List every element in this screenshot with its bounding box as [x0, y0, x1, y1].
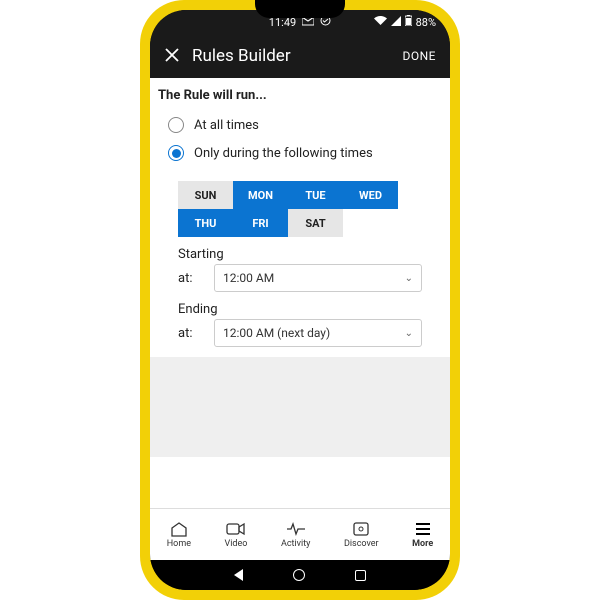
radio-only-times[interactable]: Only during the following times: [150, 139, 450, 167]
chevron-down-icon: ⌄: [405, 273, 413, 284]
nav-label: Video: [225, 539, 248, 549]
section-title: The Rule will run...: [150, 78, 450, 111]
notch: [255, 0, 345, 18]
nav-label: Discover: [344, 539, 379, 549]
ending-block: Ending at: 12:00 AM (next day) ⌄: [178, 302, 422, 347]
day-wed[interactable]: WED: [343, 181, 398, 209]
radio-icon-selected: [168, 145, 184, 161]
nav-label: Home: [167, 539, 191, 549]
radio-icon: [168, 117, 184, 133]
nav-discover[interactable]: Discover: [344, 521, 379, 549]
video-icon: [226, 521, 246, 537]
ending-time-select[interactable]: 12:00 AM (next day) ⌄: [214, 319, 422, 347]
day-mon[interactable]: MON: [233, 181, 288, 209]
chevron-down-icon: ⌄: [405, 328, 413, 339]
empty-area: [150, 357, 450, 457]
nav-activity[interactable]: Activity: [281, 521, 310, 549]
ending-time-value: 12:00 AM (next day): [223, 326, 330, 340]
done-button[interactable]: DONE: [402, 49, 436, 63]
nav-video[interactable]: Video: [225, 521, 248, 549]
radio-all-times[interactable]: At all times: [150, 111, 450, 139]
close-icon[interactable]: [164, 46, 180, 66]
android-recent-icon[interactable]: [355, 570, 366, 581]
starting-block: Starting at: 12:00 AM ⌄: [178, 247, 422, 292]
day-fri[interactable]: FRI: [233, 209, 288, 237]
radio-dot: [172, 149, 181, 158]
radio-label: Only during the following times: [194, 146, 373, 161]
android-nav-bar: [150, 560, 450, 590]
bottom-nav: Home Video Activity Discover: [150, 508, 450, 560]
starting-row: at: 12:00 AM ⌄: [178, 264, 422, 292]
starting-time-value: 12:00 AM: [223, 271, 274, 285]
at-label: at:: [178, 271, 202, 286]
starting-label: Starting: [178, 247, 422, 262]
page-title: Rules Builder: [192, 46, 390, 66]
day-thu[interactable]: THU: [178, 209, 233, 237]
day-sat[interactable]: SAT: [288, 209, 343, 237]
day-sun[interactable]: SUN: [178, 181, 233, 209]
discover-icon: [351, 521, 371, 537]
android-home-icon[interactable]: [293, 569, 305, 581]
more-icon: [413, 521, 433, 537]
content-area: The Rule will run... At all times Only d…: [150, 78, 450, 508]
home-icon: [169, 521, 189, 537]
nav-label: More: [412, 539, 433, 549]
app-header: Rules Builder DONE: [150, 34, 450, 78]
ending-label: Ending: [178, 302, 422, 317]
at-label: at:: [178, 326, 202, 341]
day-selector: SUN MON TUE WED THU FRI SAT: [178, 181, 422, 237]
phone-screen: 11:49 88%: [150, 10, 450, 590]
android-back-icon[interactable]: [234, 569, 243, 581]
ending-row: at: 12:00 AM (next day) ⌄: [178, 319, 422, 347]
phone-case: 11:49 88%: [140, 0, 460, 600]
nav-home[interactable]: Home: [167, 521, 191, 549]
day-tue[interactable]: TUE: [288, 181, 343, 209]
activity-icon: [286, 521, 306, 537]
nav-label: Activity: [281, 539, 310, 549]
nav-more[interactable]: More: [412, 521, 433, 549]
radio-label: At all times: [194, 118, 259, 133]
starting-time-select[interactable]: 12:00 AM ⌄: [214, 264, 422, 292]
